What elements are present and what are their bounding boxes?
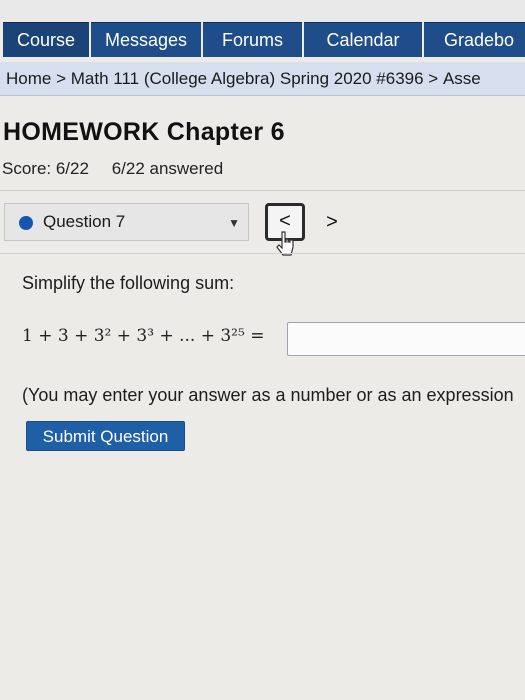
- question-select[interactable]: Question 7 ▼: [4, 203, 249, 241]
- breadcrumb-separator: >: [51, 69, 71, 88]
- divider: [0, 253, 525, 254]
- question-select-label: Question 7: [43, 212, 126, 231]
- breadcrumb-home[interactable]: Home: [6, 62, 51, 95]
- breadcrumb-separator: >: [423, 69, 443, 88]
- question-prompt: Simplify the following sum:: [22, 273, 235, 293]
- answer-input[interactable]: [287, 322, 525, 356]
- main-nav-tabs: Course Messages Forums Calendar Gradebo: [0, 22, 525, 62]
- tab-forums[interactable]: Forums: [203, 22, 302, 57]
- sum-expression: 1 + 3 + 3² + 3³ + ... + 3²⁵ =: [22, 326, 265, 346]
- tab-messages[interactable]: Messages: [91, 22, 201, 57]
- score-value: Score: 6/22: [2, 159, 89, 178]
- divider: [0, 190, 525, 191]
- breadcrumb-course[interactable]: Math 111 (College Algebra) Spring 2020 #…: [71, 62, 424, 95]
- answered-count: 6/22 answered: [111, 159, 224, 178]
- tab-calendar[interactable]: Calendar: [304, 22, 422, 57]
- page-title: HOMEWORK Chapter 6: [3, 118, 285, 146]
- submit-question-button[interactable]: Submit Question: [26, 421, 185, 451]
- tab-gradebook[interactable]: Gradebo: [424, 22, 525, 57]
- next-question-button[interactable]: >: [318, 203, 346, 241]
- breadcrumb-current[interactable]: Asse: [443, 62, 481, 95]
- score-line: Score: 6/22 6/22 answered: [2, 159, 223, 179]
- breadcrumb: Home > Math 111 (College Algebra) Spring…: [0, 62, 525, 96]
- dropdown-caret-icon: ▼: [228, 216, 240, 230]
- answer-format-note: (You may enter your answer as a number o…: [22, 385, 514, 405]
- tab-course[interactable]: Course: [3, 22, 89, 57]
- question-status-dot-icon: [19, 216, 33, 230]
